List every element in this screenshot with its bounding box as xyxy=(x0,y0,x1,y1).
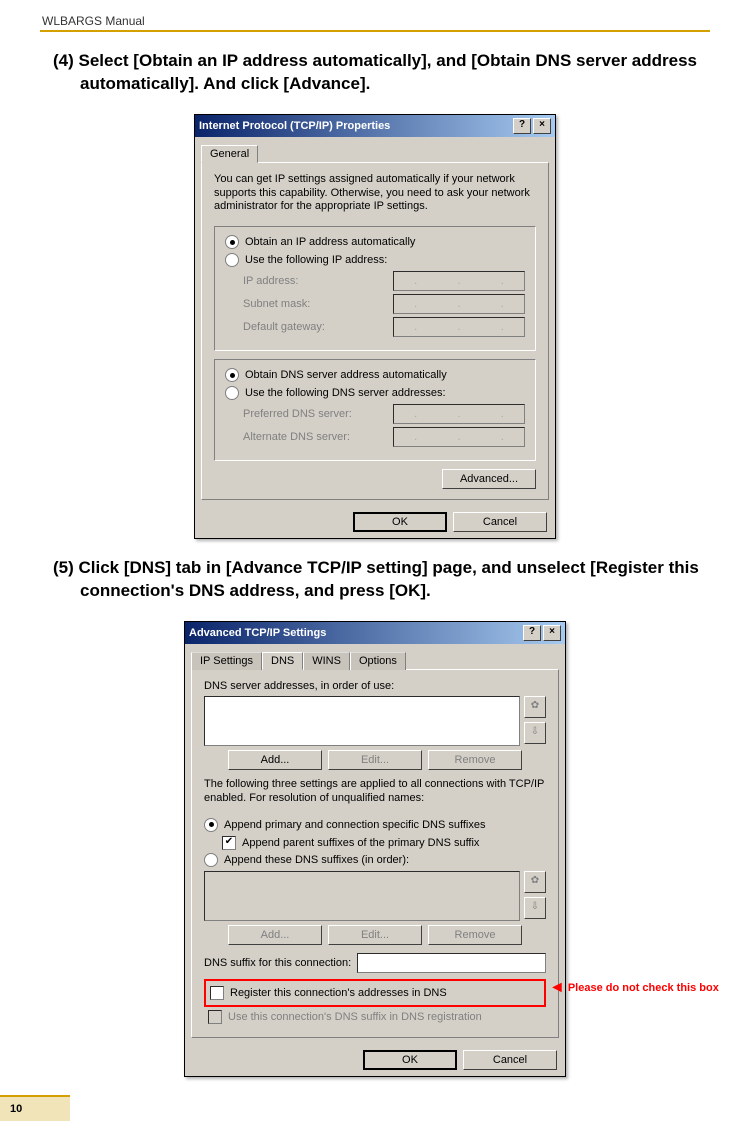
add-button[interactable]: Add... xyxy=(228,750,322,770)
advanced-tcpip-dialog: Advanced TCP/IP Settings ? × IP Settings… xyxy=(184,621,566,1077)
titlebar: Advanced TCP/IP Settings ? × xyxy=(185,622,565,644)
check-register-dns[interactable]: Register this connection's addresses in … xyxy=(210,986,540,1000)
move-up-button: ✿ xyxy=(524,871,546,893)
advanced-button[interactable]: Advanced... xyxy=(442,469,536,489)
edit-button: Edit... xyxy=(328,750,422,770)
radio-dot-icon xyxy=(204,818,218,832)
add-button: Add... xyxy=(228,925,322,945)
radio-dot-icon xyxy=(225,368,239,382)
radio-use-ip[interactable]: Use the following IP address: xyxy=(225,253,525,267)
cancel-button[interactable]: Cancel xyxy=(463,1050,557,1070)
edit-button: Edit... xyxy=(328,925,422,945)
tab-row: IP Settings DNS WINS Options xyxy=(185,644,565,669)
tab-dns[interactable]: DNS xyxy=(262,652,303,670)
remove-button: Remove xyxy=(428,750,522,770)
dns-servers-label: DNS server addresses, in order of use: xyxy=(204,680,546,692)
move-up-button[interactable]: ✿ xyxy=(524,696,546,718)
radio-use-dns[interactable]: Use the following DNS server addresses: xyxy=(225,386,525,400)
dns-group: Obtain DNS server address automatically … xyxy=(214,359,536,461)
close-button[interactable]: × xyxy=(543,625,561,641)
tab-options[interactable]: Options xyxy=(350,652,406,670)
tab-wins[interactable]: WINS xyxy=(303,652,350,670)
radio-dot-icon xyxy=(225,253,239,267)
label-alt-dns: Alternate DNS server: xyxy=(243,431,393,443)
alt-dns-input: ... xyxy=(393,427,525,447)
doc-header: WLBARGS Manual xyxy=(40,10,710,30)
tcpip-properties-dialog: Internet Protocol (TCP/IP) Properties ? … xyxy=(194,114,556,539)
tab-ip-settings[interactable]: IP Settings xyxy=(191,652,262,670)
label-gateway: Default gateway: xyxy=(243,321,393,333)
radio-dot-icon xyxy=(225,235,239,249)
page-number: 10 xyxy=(0,1095,70,1121)
step-5-text: (5) Click [DNS] tab in [Advance TCP/IP s… xyxy=(40,557,710,603)
step-4-text: (4) Select [Obtain an IP address automat… xyxy=(40,50,710,96)
label-subnet: Subnet mask: xyxy=(243,298,393,310)
radio-obtain-dns[interactable]: Obtain DNS server address automatically xyxy=(225,368,525,382)
tab-general[interactable]: General xyxy=(201,145,258,163)
suffix-label: DNS suffix for this connection: xyxy=(204,957,351,969)
titlebar: Internet Protocol (TCP/IP) Properties ? … xyxy=(195,115,555,137)
radio-dot-icon xyxy=(225,386,239,400)
label-pref-dns: Preferred DNS server: xyxy=(243,408,393,420)
help-button[interactable]: ? xyxy=(513,118,531,134)
arrow-left-icon: ◄ xyxy=(549,979,565,997)
radio-append-primary[interactable]: Append primary and connection specific D… xyxy=(204,818,546,832)
radio-append-these[interactable]: Append these DNS suffixes (in order): xyxy=(204,853,546,867)
move-down-button: ⇩ xyxy=(524,897,546,919)
highlight-box: Register this connection's addresses in … xyxy=(204,979,546,1007)
radio-obtain-ip[interactable]: Obtain an IP address automatically xyxy=(225,235,525,249)
intro-text: The following three settings are applied… xyxy=(204,778,546,806)
checkbox-icon: ✔ xyxy=(222,836,236,850)
ok-button[interactable]: OK xyxy=(363,1050,457,1070)
ip-group: Obtain an IP address automatically Use t… xyxy=(214,226,536,351)
remove-button: Remove xyxy=(428,925,522,945)
ip-address-input: ... xyxy=(393,271,525,291)
subnet-input: ... xyxy=(393,294,525,314)
check-use-suffix: Use this connection's DNS suffix in DNS … xyxy=(208,1010,546,1024)
pref-dns-input: ... xyxy=(393,404,525,424)
checkbox-icon xyxy=(208,1010,222,1024)
suffix-list xyxy=(204,871,520,921)
checkbox-icon xyxy=(210,986,224,1000)
close-button[interactable]: × xyxy=(533,118,551,134)
radio-dot-icon xyxy=(204,853,218,867)
help-button[interactable]: ? xyxy=(523,625,541,641)
header-rule xyxy=(40,30,710,32)
tab-row: General xyxy=(195,137,555,162)
move-down-button[interactable]: ⇩ xyxy=(524,722,546,744)
check-append-parent[interactable]: ✔Append parent suffixes of the primary D… xyxy=(222,836,546,850)
annotation-text: Please do not check this box xyxy=(568,982,719,994)
gateway-input: ... xyxy=(393,317,525,337)
ok-button[interactable]: OK xyxy=(353,512,447,532)
dialog-title: Advanced TCP/IP Settings xyxy=(189,627,326,639)
label-ip-address: IP address: xyxy=(243,275,393,287)
intro-text: You can get IP settings assigned automat… xyxy=(214,173,536,214)
dialog-title: Internet Protocol (TCP/IP) Properties xyxy=(199,120,390,132)
cancel-button[interactable]: Cancel xyxy=(453,512,547,532)
suffix-input[interactable] xyxy=(357,953,546,973)
dns-servers-list[interactable] xyxy=(204,696,520,746)
